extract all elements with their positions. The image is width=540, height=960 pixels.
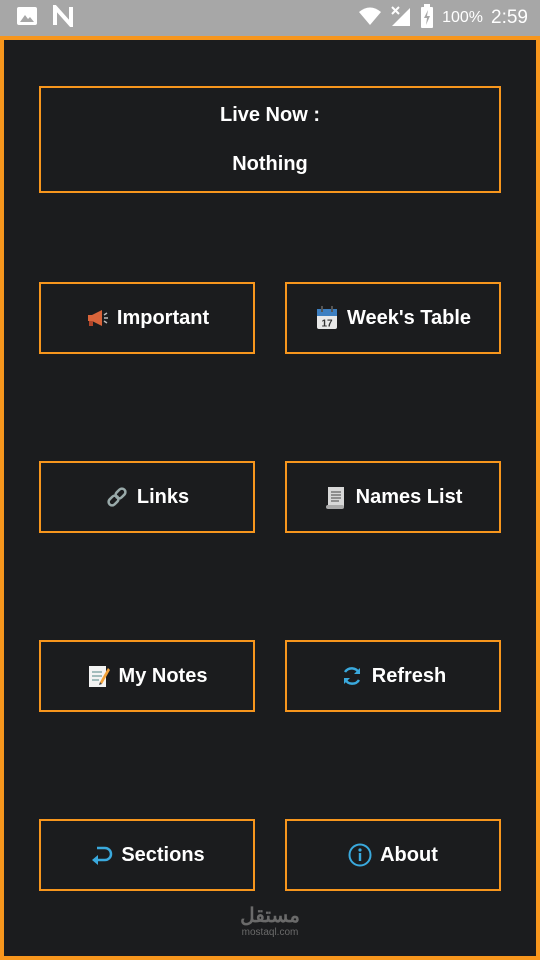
status-bar: 100% 2:59 (0, 0, 540, 36)
watermark-logo: مستقل (240, 905, 300, 927)
battery-charging-icon (420, 3, 434, 33)
about-button[interactable]: About (285, 819, 501, 891)
weeks-table-label: Week's Table (346, 306, 472, 329)
info-icon (348, 843, 372, 867)
sections-label: Sections (121, 843, 205, 866)
clock: 2:59 (491, 7, 528, 28)
watermark: مستقل mostaql.com (0, 905, 540, 938)
about-label: About (380, 843, 438, 866)
live-now-panel: Live Now : Nothing (39, 86, 501, 193)
links-button[interactable]: Links (39, 461, 255, 533)
refresh-label: Refresh (371, 664, 447, 687)
gallery-notification-icon (16, 6, 38, 31)
important-label: Important (116, 306, 210, 329)
wifi-icon (358, 6, 382, 31)
refresh-icon (340, 664, 364, 688)
megaphone-icon (85, 306, 109, 330)
refresh-button[interactable]: Refresh (285, 640, 501, 712)
memo-icon (87, 664, 111, 688)
scroll-icon (324, 485, 348, 509)
battery-percentage: 100% (442, 9, 484, 26)
important-button[interactable]: Important (39, 282, 255, 354)
weeks-table-button[interactable]: 17 Week's Table (285, 282, 501, 354)
return-arrow-icon (89, 843, 113, 867)
cell-signal-icon (390, 5, 412, 32)
sections-button[interactable]: Sections (39, 819, 255, 891)
watermark-domain: mostaql.com (241, 927, 299, 938)
live-now-title: Live Now : (219, 103, 320, 126)
names-list-button[interactable]: Names List (285, 461, 501, 533)
links-label: Links (136, 485, 190, 508)
names-list-label: Names List (355, 485, 463, 508)
calendar-icon: 17 (315, 306, 339, 330)
live-now-value: Nothing (232, 152, 308, 175)
n-notification-icon (52, 1, 74, 32)
svg-text:17: 17 (321, 319, 333, 330)
my-notes-button[interactable]: My Notes (39, 640, 255, 712)
link-icon (105, 485, 129, 509)
my-notes-label: My Notes (118, 664, 208, 687)
